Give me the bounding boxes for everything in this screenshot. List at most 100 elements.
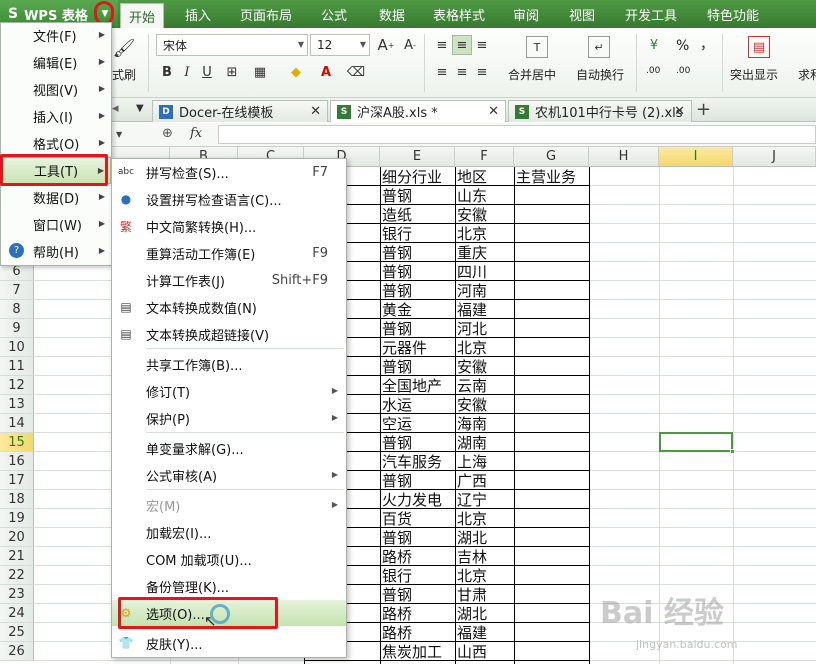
row-header-15[interactable]: 15 bbox=[0, 433, 34, 452]
font-name-select[interactable]: 宋体 ▼ bbox=[156, 34, 308, 56]
cell-col_e-6[interactable]: 普钢 bbox=[381, 262, 454, 281]
cell-col_f-16[interactable]: 上海 bbox=[456, 452, 513, 471]
cell-col_e-22[interactable]: 银行 bbox=[381, 566, 454, 585]
align-left-icon[interactable]: ≡ bbox=[432, 62, 452, 82]
tools-item-calc-sheet[interactable]: 计算工作表(J) Shift+F9 bbox=[112, 267, 346, 293]
row-header-18[interactable]: 18 bbox=[0, 490, 34, 509]
column-header-i[interactable]: I bbox=[659, 147, 733, 167]
tools-item-com-add-ins[interactable]: COM 加载项(U)... bbox=[112, 546, 346, 572]
cell-col_e-7[interactable]: 普钢 bbox=[381, 281, 454, 300]
cell-col_e-4[interactable]: 银行 bbox=[381, 224, 454, 243]
menu-item-edit[interactable]: 编辑(E) ▶ bbox=[1, 49, 111, 76]
cell-col_e-17[interactable]: 普钢 bbox=[381, 471, 454, 490]
font-size-select[interactable]: 12 ▼ bbox=[310, 34, 370, 56]
comma-icon[interactable]: ， bbox=[700, 34, 714, 54]
decrease-decimal-icon[interactable]: .00 bbox=[676, 66, 690, 76]
tab-insert[interactable]: 插入 bbox=[176, 0, 220, 28]
menu-item-file[interactable]: 文件(F) ▶ bbox=[1, 22, 111, 49]
cell-col_e-15[interactable]: 普钢 bbox=[381, 433, 454, 452]
align-top-icon[interactable]: ≡ bbox=[432, 35, 452, 55]
wrap-text-label[interactable]: 自动换行 bbox=[576, 66, 624, 83]
highlight-label[interactable]: 突出显示 bbox=[730, 66, 778, 83]
align-middle-icon[interactable]: ≡ bbox=[452, 35, 472, 55]
cell-col_f-24[interactable]: 湖北 bbox=[456, 604, 513, 623]
tools-item-recalc-workbook[interactable]: 重算活动工作簿(E) F9 bbox=[112, 240, 346, 266]
name-box-dropdown-icon[interactable]: ▼ bbox=[116, 130, 122, 139]
tab-review[interactable]: 审阅 bbox=[504, 0, 548, 28]
column-header-f[interactable]: F bbox=[455, 147, 514, 167]
cell-col_e-2[interactable]: 普钢 bbox=[381, 186, 454, 205]
tools-item-protect[interactable]: 保护(P) ▶ bbox=[112, 405, 346, 431]
tab-developer[interactable]: 开发工具 bbox=[618, 0, 684, 28]
cell-col_f-17[interactable]: 广西 bbox=[456, 471, 513, 490]
tools-item-goal-seek[interactable]: 单变量求解(G)... bbox=[112, 435, 346, 461]
row-header-13[interactable]: 13 bbox=[0, 395, 34, 414]
cell-style-icon[interactable]: ▦ bbox=[250, 62, 270, 82]
column-header-e[interactable]: E bbox=[380, 147, 455, 167]
cell-col_f-3[interactable]: 安徽 bbox=[456, 205, 513, 224]
tools-item-track-changes[interactable]: 修订(T) ▶ bbox=[112, 378, 346, 404]
row-header-24[interactable]: 24 bbox=[0, 604, 34, 623]
cell-col_f-4[interactable]: 北京 bbox=[456, 224, 513, 243]
cell-col_f-9[interactable]: 河北 bbox=[456, 319, 513, 338]
clear-format-icon[interactable]: ⌫ bbox=[346, 62, 366, 82]
conditional-format-icon[interactable]: ▤ bbox=[748, 36, 770, 58]
increase-decimal-icon[interactable]: .00 bbox=[646, 66, 660, 76]
row-header-10[interactable]: 10 bbox=[0, 338, 34, 357]
underline-icon[interactable]: U bbox=[197, 62, 217, 82]
bold-icon[interactable]: B bbox=[157, 62, 177, 82]
row-header-22[interactable]: 22 bbox=[0, 566, 34, 585]
cell-col_e-1[interactable]: 细分行业 bbox=[381, 167, 454, 186]
close-icon[interactable]: ✕ bbox=[488, 104, 499, 119]
cell-col_f-5[interactable]: 重庆 bbox=[456, 243, 513, 262]
cell-col_e-8[interactable]: 黄金 bbox=[381, 300, 454, 319]
row-header-20[interactable]: 20 bbox=[0, 528, 34, 547]
cell-col_e-13[interactable]: 水运 bbox=[381, 395, 454, 414]
italic-icon[interactable]: I bbox=[177, 62, 197, 82]
cell-col_f-6[interactable]: 四川 bbox=[456, 262, 513, 281]
fill-handle[interactable] bbox=[730, 449, 735, 454]
cell-col_f-20[interactable]: 湖北 bbox=[456, 528, 513, 547]
formula-input[interactable] bbox=[218, 125, 816, 144]
zoom-icon[interactable]: ⊕ bbox=[162, 126, 173, 141]
cell-col_e-21[interactable]: 路桥 bbox=[381, 547, 454, 566]
selected-cell-i15[interactable] bbox=[659, 432, 735, 454]
cell-col_f-25[interactable]: 福建 bbox=[456, 623, 513, 642]
tools-item-skin[interactable]: 👕 皮肤(Y)... bbox=[112, 630, 346, 656]
font-grow-icon[interactable]: A + bbox=[376, 35, 396, 55]
close-icon[interactable]: ✕ bbox=[310, 104, 321, 119]
tools-item-formula-audit[interactable]: 公式审核(A) ▶ bbox=[112, 462, 346, 488]
tab-formulas[interactable]: 公式 bbox=[312, 0, 356, 28]
cell-col_e-16[interactable]: 汽车服务 bbox=[381, 452, 454, 471]
cell-col_f-26[interactable]: 山西 bbox=[456, 642, 513, 661]
cell-col_e-12[interactable]: 全国地产 bbox=[381, 376, 454, 395]
cell-col_e-10[interactable]: 元器件 bbox=[381, 338, 454, 357]
cell-col_f-12[interactable]: 云南 bbox=[456, 376, 513, 395]
cell-col_e-5[interactable]: 普钢 bbox=[381, 243, 454, 262]
cell-col_f-2[interactable]: 山东 bbox=[456, 186, 513, 205]
sum-label[interactable]: 求和 bbox=[798, 66, 816, 83]
doc-tab-hushen[interactable]: S 沪深A股.xls * ✕ bbox=[330, 100, 506, 122]
align-center-icon[interactable]: ≡ bbox=[452, 62, 472, 82]
tools-item-text-to-number[interactable]: ▤ 文本转换成数值(N) bbox=[112, 294, 346, 320]
cell-col_f-11[interactable]: 安徽 bbox=[456, 357, 513, 376]
wrap-text-icon[interactable]: ↵ bbox=[588, 36, 610, 58]
row-header-11[interactable]: 11 bbox=[0, 357, 34, 376]
tab-table-style[interactable]: 表格样式 bbox=[426, 0, 492, 28]
merge-center-label[interactable]: 合并居中 bbox=[508, 66, 556, 83]
menu-item-format[interactable]: 格式(O) ▶ bbox=[1, 130, 111, 157]
percent-icon[interactable]: % bbox=[676, 38, 689, 54]
cell-col_e-24[interactable]: 路桥 bbox=[381, 604, 454, 623]
column-header-g[interactable]: G bbox=[514, 147, 589, 167]
row-header-14[interactable]: 14 bbox=[0, 414, 34, 433]
cell-col_e-19[interactable]: 百货 bbox=[381, 509, 454, 528]
align-bottom-icon[interactable]: ≡ bbox=[472, 35, 492, 55]
cell-col_e-11[interactable]: 普钢 bbox=[381, 357, 454, 376]
doc-tab-docer[interactable]: D Docer-在线模板 ✕ bbox=[152, 100, 328, 122]
row-header-23[interactable]: 23 bbox=[0, 585, 34, 604]
tools-item-spell-check[interactable]: abc 拼写检查(S)... F7 bbox=[112, 159, 346, 185]
tab-data[interactable]: 数据 bbox=[370, 0, 414, 28]
cell-col_f-15[interactable]: 湖南 bbox=[456, 433, 513, 452]
cell-col_e-25[interactable]: 路桥 bbox=[381, 623, 454, 642]
tools-item-spell-language[interactable]: ● 设置拼写检查语言(C)... bbox=[112, 186, 346, 212]
